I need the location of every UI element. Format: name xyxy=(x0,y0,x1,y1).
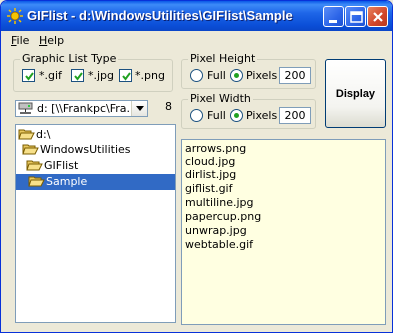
checkmark-icon xyxy=(25,72,34,81)
height-pixels-input[interactable]: 200 xyxy=(279,67,311,84)
graphic-list-type-title: Graphic List Type xyxy=(20,52,119,65)
display-button[interactable]: Display xyxy=(325,59,386,128)
file-count: 8 xyxy=(165,100,172,113)
open-folder-icon xyxy=(28,176,45,187)
gif-checkbox[interactable] xyxy=(22,69,35,82)
png-checkbox[interactable] xyxy=(119,69,132,82)
open-folder-icon xyxy=(22,144,39,155)
drive-select-value: d: [\\Frankpc\Fra...] xyxy=(37,102,131,115)
menu-bar: File Help xyxy=(5,31,389,49)
pixel-height-title: Pixel Height xyxy=(188,52,258,65)
file-item[interactable]: dirlist.jpg xyxy=(185,168,236,181)
tree-item-label: Sample xyxy=(46,175,88,188)
app-sun-icon xyxy=(7,8,23,24)
close-button[interactable] xyxy=(367,6,388,27)
pixel-width-group: Pixel Width Full Pixels 200 xyxy=(181,92,316,129)
pixel-width-title: Pixel Width xyxy=(188,92,253,105)
minimize-icon xyxy=(329,20,337,23)
directory-tree[interactable]: d:\ WindowsUtilities GIFlist Sample xyxy=(15,124,176,323)
drive-select[interactable]: d: [\\Frankpc\Fra...] xyxy=(15,100,148,117)
title-bar[interactable]: GIFlist - d:\WindowsUtilities\GIFlist\Sa… xyxy=(1,1,392,31)
height-pixels-radio[interactable] xyxy=(230,69,243,82)
tree-item-giflist[interactable]: GIFlist xyxy=(26,158,96,174)
jpg-checkbox[interactable] xyxy=(71,69,84,82)
tree-item-windowsutilities[interactable]: WindowsUtilities xyxy=(22,142,131,158)
menu-help[interactable]: Help xyxy=(39,34,64,47)
menu-file-label: ile xyxy=(16,34,30,47)
maximize-button[interactable] xyxy=(345,6,366,27)
app-window: GIFlist - d:\WindowsUtilities\GIFlist\Sa… xyxy=(0,0,393,333)
height-full-radio[interactable] xyxy=(190,69,203,82)
file-item[interactable]: cloud.jpg xyxy=(185,155,235,168)
tree-item-label: GIFlist xyxy=(44,159,79,172)
checkmark-icon xyxy=(122,72,131,81)
window-title: GIFlist - d:\WindowsUtilities\GIFlist\Sa… xyxy=(27,8,293,23)
menu-file[interactable]: File xyxy=(11,34,29,47)
width-pixels-label: Pixels xyxy=(246,109,278,122)
open-folder-icon xyxy=(18,129,35,140)
graphic-list-type-group: Graphic List Type *.gif *.jpg *.png xyxy=(13,52,173,92)
file-item[interactable]: multiline.jpg xyxy=(185,196,253,209)
tree-item-label: WindowsUtilities xyxy=(40,143,131,156)
menu-help-label: elp xyxy=(47,34,65,47)
close-icon xyxy=(373,12,383,22)
width-full-label: Full xyxy=(207,109,226,122)
chevron-down-icon xyxy=(136,106,144,111)
tree-item-sample[interactable]: Sample xyxy=(16,174,175,190)
height-pixels-label: Pixels xyxy=(246,69,278,82)
file-item[interactable]: papercup.png xyxy=(185,210,261,223)
minimize-button[interactable] xyxy=(323,6,344,27)
width-pixels-radio[interactable] xyxy=(230,109,243,122)
maximize-icon xyxy=(350,11,363,23)
gif-checkbox-label: *.gif xyxy=(39,69,62,82)
tree-item-label: d:\ xyxy=(36,128,51,141)
width-full-radio[interactable] xyxy=(190,109,203,122)
file-item[interactable]: giflist.gif xyxy=(185,182,232,195)
file-list[interactable]: arrows.png cloud.jpg dirlist.jpg giflist… xyxy=(181,139,386,325)
png-checkbox-label: *.png xyxy=(135,69,165,82)
file-item[interactable]: arrows.png xyxy=(185,142,246,155)
width-pixels-input[interactable]: 200 xyxy=(279,107,311,124)
pixel-height-group: Pixel Height Full Pixels 200 xyxy=(181,52,316,89)
tree-item-drive[interactable]: d:\ xyxy=(18,127,78,143)
file-item[interactable]: unwrap.jpg xyxy=(185,224,247,237)
jpg-checkbox-label: *.jpg xyxy=(88,69,115,82)
drive-dropdown-arrow[interactable] xyxy=(131,101,147,116)
height-full-label: Full xyxy=(207,69,226,82)
open-folder-icon xyxy=(26,160,43,171)
checkmark-icon xyxy=(74,72,83,81)
file-item[interactable]: webtable.gif xyxy=(185,238,253,251)
network-drive-icon xyxy=(18,102,33,114)
